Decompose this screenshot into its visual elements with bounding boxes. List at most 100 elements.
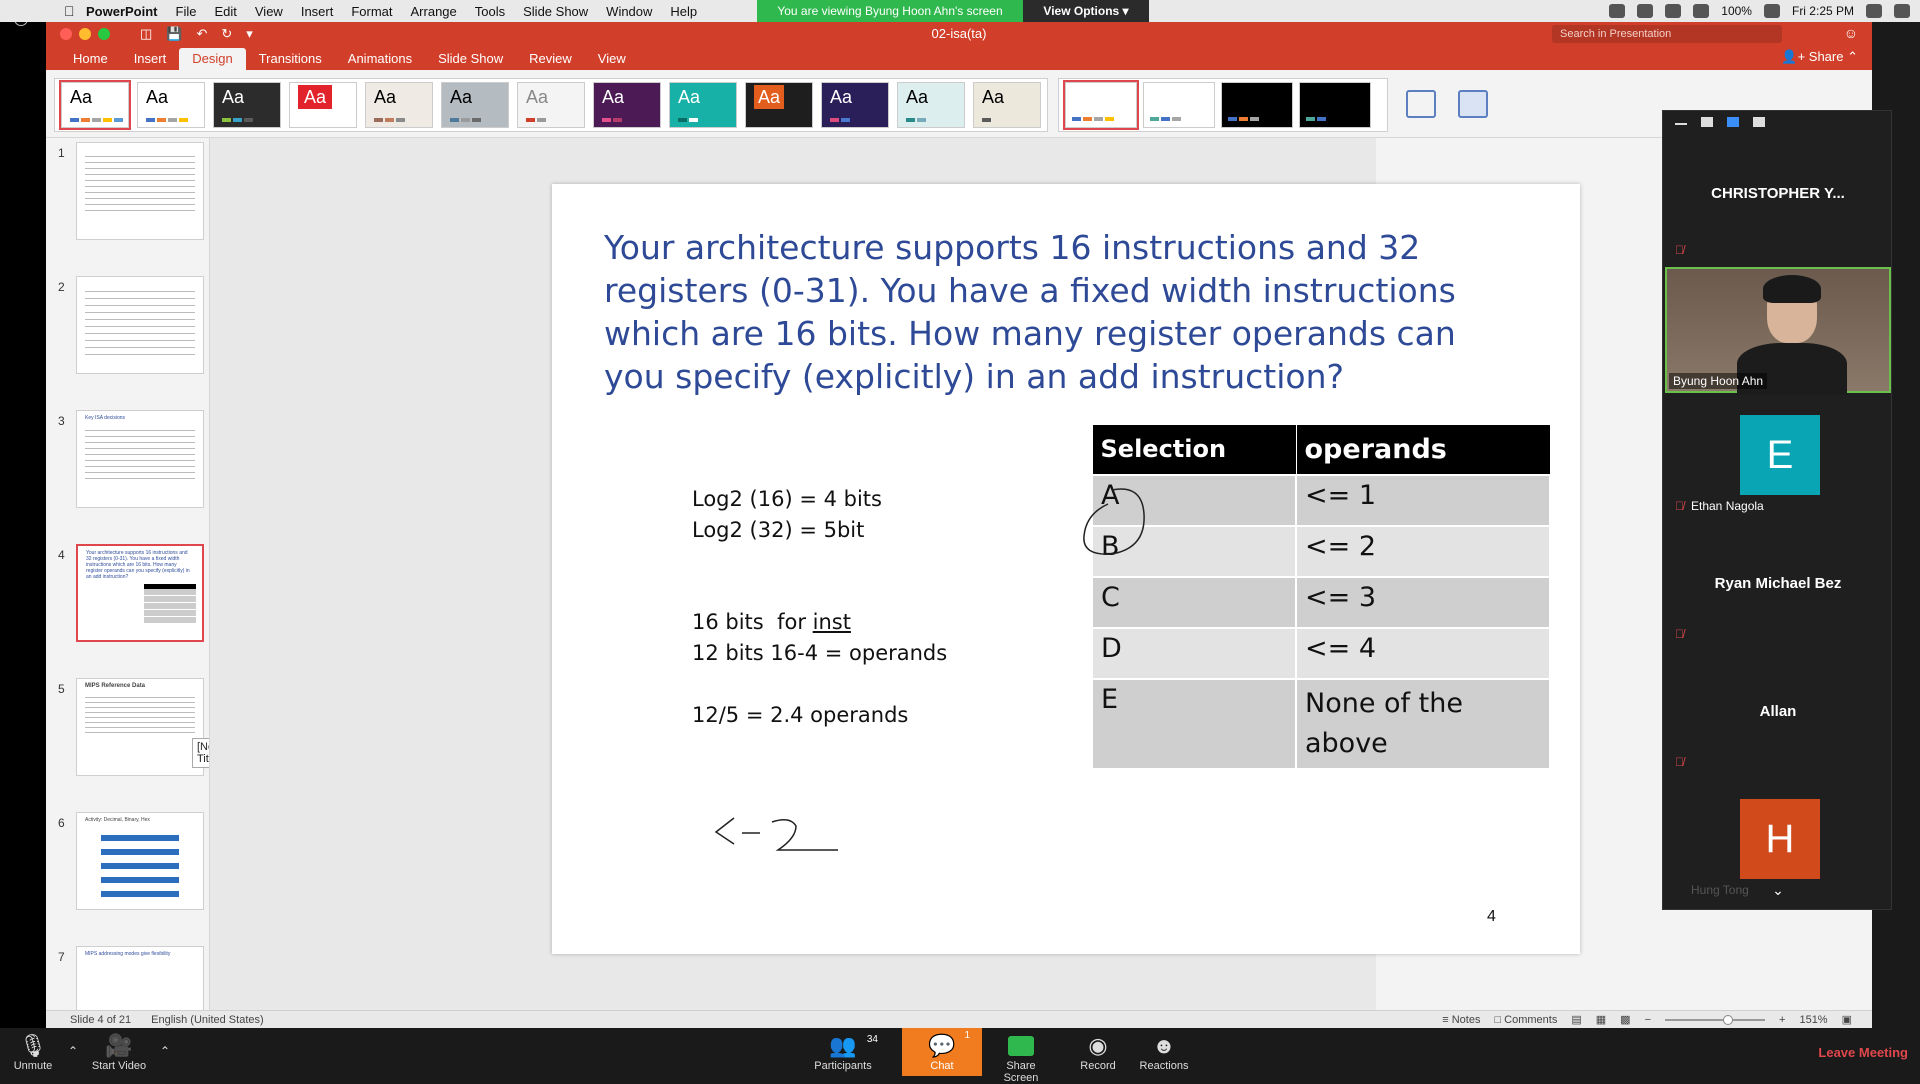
chat-button[interactable]: 💬 1 Chat	[902, 1028, 982, 1076]
clock[interactable]: Fri 2:25 PM	[1792, 4, 1854, 18]
tab-design[interactable]: Design	[179, 48, 246, 70]
menu-window[interactable]: Window	[606, 4, 652, 19]
wifi-icon[interactable]	[1665, 4, 1682, 18]
menu-view[interactable]: View	[255, 4, 283, 19]
thumbnail-row[interactable]: 4 Your architecture supports 16 instruct…	[46, 544, 209, 654]
record-button[interactable]: ◉ Record	[1076, 1032, 1120, 1072]
table-row[interactable]: C <= 3	[1091, 575, 1551, 629]
menu-insert[interactable]: Insert	[301, 4, 334, 19]
participant-tile[interactable]: H Hung Tong ⌄	[1665, 781, 1891, 905]
share-screen-button[interactable]: Share Screen	[988, 1032, 1054, 1084]
menu-app-name[interactable]: PowerPoint	[86, 4, 158, 19]
audio-options-caret[interactable]: ⌃	[68, 1044, 78, 1058]
theme-light[interactable]: Aa	[517, 82, 585, 128]
language[interactable]: English (United States)	[151, 1014, 264, 1026]
theme-orange[interactable]: Aa	[745, 82, 813, 128]
customize-toolbar-icon[interactable]: ▾	[246, 26, 253, 42]
menu-help[interactable]: Help	[670, 4, 697, 19]
search-input[interactable]: Search in Presentation	[1552, 25, 1782, 43]
thumbnail-row[interactable]: 5 MIPS Reference Data	[46, 678, 209, 788]
theme-office[interactable]: Aa	[59, 80, 131, 130]
minimize-window-button[interactable]	[79, 28, 91, 40]
work-line-2[interactable]: Log2 (32) = 5bit	[692, 515, 864, 546]
work-line-3[interactable]: 16 bits for inst	[692, 607, 851, 638]
battery-icon[interactable]	[1763, 4, 1780, 18]
table-row[interactable]: E None of the above	[1091, 677, 1551, 770]
slide-size-icon[interactable]	[1406, 90, 1436, 118]
fit-slide-icon[interactable]: ▣	[1842, 1013, 1852, 1026]
theme-beige[interactable]: Aa	[365, 82, 433, 128]
work-line-4[interactable]: 12 bits 16-4 = operands	[692, 638, 947, 669]
tab-view[interactable]: View	[585, 48, 639, 70]
reactions-button[interactable]: ☻ Reactions	[1138, 1032, 1190, 1072]
thumbnail-row[interactable]: 6 Activity: Decimal, Binary, Hex	[46, 812, 209, 922]
participant-tile[interactable]: E 🎙̸ Ethan Nagola	[1665, 397, 1891, 521]
zoom-slider[interactable]	[1665, 1014, 1766, 1025]
variant-3[interactable]	[1221, 82, 1293, 128]
zoom-level[interactable]: 151%	[1799, 1014, 1827, 1026]
theme-teal[interactable]: Aa	[669, 82, 737, 128]
variant-1[interactable]	[1063, 80, 1139, 130]
menu-edit[interactable]: Edit	[214, 4, 236, 19]
tab-animations[interactable]: Animations	[335, 48, 425, 70]
thumbnail-slide-2[interactable]	[76, 276, 204, 374]
reading-view-icon[interactable]: ▩	[1620, 1013, 1630, 1026]
thumbnail-row[interactable]: 1	[46, 142, 209, 252]
theme-pattern[interactable]: Aa	[897, 82, 965, 128]
participants-button[interactable]: 👥 34 Participants	[808, 1032, 878, 1072]
variant-4[interactable]	[1299, 82, 1371, 128]
slide-4[interactable]: Your architecture supports 16 instructio…	[552, 184, 1580, 954]
video-tile-active-speaker[interactable]: Byung Hoon Ahn	[1665, 267, 1891, 395]
format-background-icon[interactable]	[1458, 90, 1488, 118]
speaker-view-icon[interactable]	[1727, 117, 1739, 127]
theme-gray[interactable]: Aa	[441, 82, 509, 128]
thumbnail-slide-4[interactable]: Your architecture supports 16 instructio…	[76, 544, 204, 642]
spotlight-icon[interactable]	[1866, 4, 1882, 18]
tab-slide-show[interactable]: Slide Show	[425, 48, 516, 70]
theme-purple[interactable]: Aa	[593, 82, 661, 128]
theme-dark[interactable]: Aa	[213, 82, 281, 128]
tab-insert[interactable]: Insert	[121, 48, 180, 70]
work-line-1[interactable]: Log2 (16) = 4 bits	[692, 484, 882, 515]
participant-tile[interactable]: CHRISTOPHER Y... 🎙̸	[1665, 135, 1891, 265]
zoom-slider-thumb[interactable]	[1723, 1014, 1734, 1025]
normal-view-icon[interactable]: ▤	[1571, 1013, 1581, 1026]
save-icon[interactable]: 💾	[166, 26, 182, 42]
zoom-window-button[interactable]	[98, 28, 110, 40]
apple-icon[interactable]: 	[64, 3, 86, 19]
participant-tile[interactable]: Allan 🎙̸	[1665, 653, 1891, 777]
work-line-5[interactable]: 12/5 = 2.4 operands	[692, 700, 908, 731]
minimize-panel-icon[interactable]	[1675, 123, 1687, 125]
view-options-button[interactable]: View Options ▾	[1023, 0, 1149, 22]
thumbnail-row[interactable]: 2	[46, 276, 209, 386]
menu-tools[interactable]: Tools	[475, 4, 505, 19]
control-center-icon[interactable]	[1894, 4, 1910, 18]
location-icon[interactable]	[1609, 4, 1626, 18]
thumbnail-row[interactable]: 7 MIPS addressing modes give flexibility	[46, 946, 209, 1010]
theme-indigo[interactable]: Aa	[821, 82, 889, 128]
hide-self-view-icon[interactable]	[1701, 117, 1713, 127]
participant-tile[interactable]: Ryan Michael Bez 🎙̸	[1665, 525, 1891, 649]
redo-icon[interactable]: ↻	[221, 26, 232, 42]
gallery-view-icon[interactable]	[1753, 117, 1765, 127]
chevron-down-icon[interactable]: ⌄	[1665, 882, 1891, 899]
tab-home[interactable]: Home	[60, 48, 121, 70]
comments-button[interactable]: □ Comments	[1494, 1014, 1557, 1026]
variant-2[interactable]	[1143, 82, 1215, 128]
thumbnail-slide-7[interactable]: MIPS addressing modes give flexibility	[76, 946, 204, 1010]
zoom-status-icon[interactable]	[1637, 4, 1654, 18]
volume-icon[interactable]	[1693, 4, 1710, 18]
feedback-smile-icon[interactable]: ☺	[1844, 25, 1858, 41]
unmute-button[interactable]: 🎙 Unmute	[8, 1032, 58, 1072]
theme-red[interactable]: Aa	[289, 82, 357, 128]
thumbnail-slide-6[interactable]: Activity: Decimal, Binary, Hex	[76, 812, 204, 910]
close-window-button[interactable]	[60, 28, 72, 40]
tab-transitions[interactable]: Transitions	[246, 48, 335, 70]
theme-office-2[interactable]: Aa	[137, 82, 205, 128]
menu-arrange[interactable]: Arrange	[411, 4, 457, 19]
sorter-view-icon[interactable]: ▦	[1596, 1013, 1606, 1026]
tab-review[interactable]: Review	[516, 48, 585, 70]
thumbnail-slide-1[interactable]	[76, 142, 204, 240]
thumbnail-slide-3[interactable]: Key ISA decisions	[76, 410, 204, 508]
slide-title[interactable]: Your architecture supports 16 instructio…	[604, 226, 1504, 398]
